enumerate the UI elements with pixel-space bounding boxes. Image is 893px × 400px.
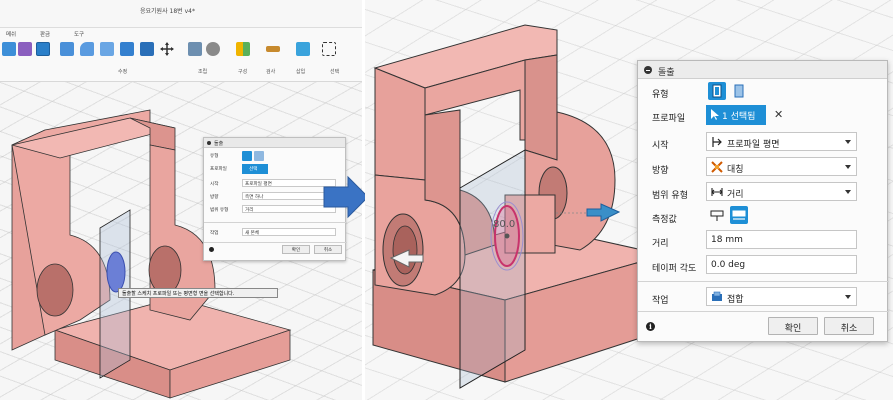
dialog-divider <box>638 281 889 282</box>
mini-direction-label: 방향 <box>210 195 219 200</box>
measure-one-side-button[interactable] <box>708 206 726 224</box>
mini-type-surface-icon[interactable] <box>254 151 264 161</box>
direction-combo[interactable]: 대칭 <box>706 157 857 176</box>
mini-dialog-header: 돌출 <box>204 138 345 148</box>
profile-select-button[interactable]: 1 선택됨 <box>706 105 766 125</box>
type-surface-button[interactable] <box>730 82 748 100</box>
dimension-label[interactable]: 80.0 <box>493 219 515 230</box>
right-screenshot[interactable]: 80.0 돌출 유형 프로파일 1 선택됨 ✕ 시작 프로파일 평면 방향 대칭… <box>365 0 893 400</box>
comparison-figure: 응요기원사 18번 v4* 메쉬 판금 도구 수정 조립 구성 검사 삽입 선택… <box>0 0 893 400</box>
operation-combo[interactable]: 접합 <box>706 287 857 306</box>
dialog-header: 돌출 <box>638 61 887 79</box>
cursor-icon <box>711 109 719 120</box>
mini-type-body-icon[interactable] <box>242 151 252 161</box>
mini-cancel-button[interactable]: 취소 <box>314 245 342 254</box>
mini-operation-label: 작업 <box>210 231 219 236</box>
mini-dialog-title: 돌출 <box>214 141 224 147</box>
chevron-down-icon <box>845 295 851 299</box>
start-label: 시작 <box>652 141 669 151</box>
dialog-title: 돌출 <box>658 68 675 78</box>
measure-label: 측정값 <box>652 215 677 225</box>
left-hole-inner <box>392 225 418 275</box>
left-screenshot: 응요기원사 18번 v4* 메쉬 판금 도구 수정 조립 구성 검사 삽입 선택… <box>0 0 362 400</box>
chevron-down-icon <box>845 140 851 144</box>
extent-type-label: 범위 유형 <box>652 191 688 201</box>
chevron-down-icon <box>845 165 851 169</box>
profile-plane-icon <box>712 137 722 147</box>
info-icon[interactable]: i <box>646 322 655 331</box>
transition-arrow-icon <box>323 175 369 219</box>
distance-icon <box>711 188 723 196</box>
extrude-dialog: 돌출 유형 프로파일 1 선택됨 ✕ 시작 프로파일 평면 방향 대칭 범위 유… <box>637 60 889 342</box>
mini-extent-label: 범위 유형 <box>210 208 229 213</box>
solid-body-icon <box>712 84 722 98</box>
left-hole <box>36 263 74 317</box>
mini-profile-label: 프로파일 <box>210 167 227 172</box>
mini-info-icon[interactable] <box>209 247 214 252</box>
distance-input[interactable]: 18 mm <box>706 230 857 249</box>
sketch-plane <box>459 149 526 389</box>
extent-type-combo[interactable]: 거리 <box>706 182 857 201</box>
right-hole <box>148 245 182 295</box>
surface-body-icon <box>734 84 744 98</box>
top-bar-side <box>524 54 558 161</box>
selection-tooltip: 돌출할 스케치 프로파일 또는 평면형 면을 선택합니다. <box>118 288 278 298</box>
ok-button[interactable]: 확인 <box>768 317 818 335</box>
mini-divider <box>204 222 347 223</box>
dialog-divider-2 <box>638 311 889 312</box>
mini-ok-button[interactable]: 확인 <box>282 245 310 254</box>
profile-label: 프로파일 <box>652 114 686 124</box>
collapse-icon[interactable] <box>644 66 652 74</box>
mini-start-label: 시작 <box>210 182 219 187</box>
direction-label: 방향 <box>652 166 669 176</box>
cancel-button[interactable]: 취소 <box>824 317 874 335</box>
symmetric-icon <box>711 161 723 173</box>
taper-angle-input[interactable]: 0.0 deg <box>706 255 857 274</box>
chevron-down-icon <box>845 190 851 194</box>
join-icon <box>712 291 722 301</box>
measure-whole-button[interactable] <box>730 206 748 224</box>
mini-profile-select-button[interactable]: 선택 <box>242 164 268 174</box>
taper-angle-label: 테이퍼 각도 <box>652 264 697 274</box>
collapse-icon[interactable] <box>207 141 211 145</box>
mini-type-label: 유형 <box>210 154 219 159</box>
start-combo[interactable]: 프로파일 평면 <box>706 132 857 151</box>
clear-selection-icon[interactable]: ✕ <box>774 108 783 121</box>
measure-half-icon <box>710 210 724 221</box>
selected-profile[interactable] <box>106 251 126 293</box>
distance-label: 거리 <box>652 239 669 249</box>
type-solid-button[interactable] <box>708 82 726 100</box>
operation-label: 작업 <box>652 296 669 306</box>
profile-center <box>504 233 510 239</box>
mini-operation-combo[interactable]: 새 본체 <box>242 228 336 236</box>
left-wall-top <box>374 67 426 181</box>
mini-divider-2 <box>204 242 347 243</box>
type-label: 유형 <box>652 90 669 100</box>
measure-whole-icon <box>732 210 746 220</box>
